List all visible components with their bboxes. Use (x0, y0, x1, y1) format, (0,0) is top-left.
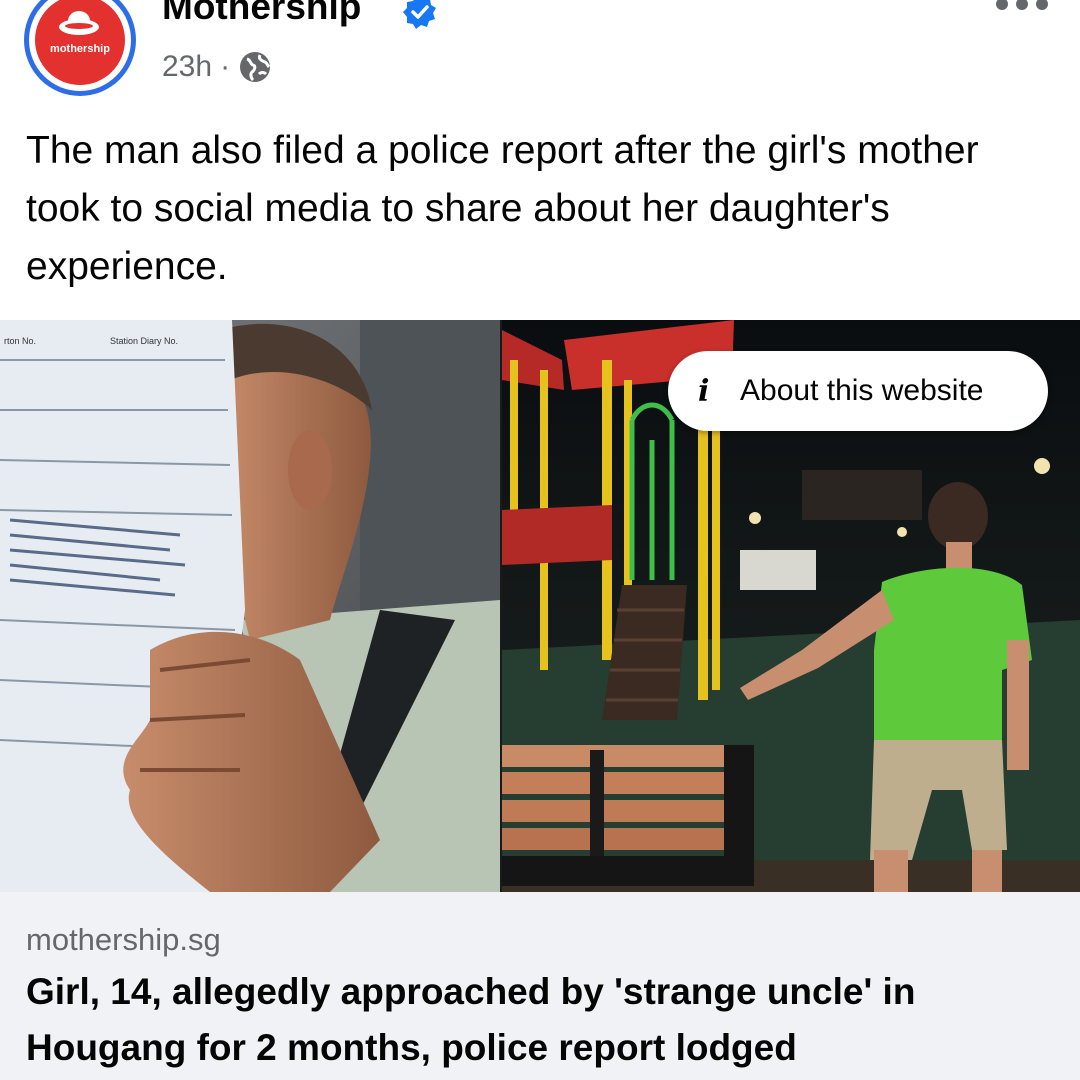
link-preview-card[interactable]: mothership.sg Girl, 14, allegedly approa… (0, 892, 1080, 1080)
avatar[interactable]: mothership (24, 0, 136, 96)
info-icon: i (698, 373, 710, 409)
verified-badge-icon (403, 0, 436, 29)
post-caption: The man also filed a police report after… (26, 129, 979, 288)
page-name[interactable]: Mothership (162, 0, 361, 28)
post-header: mothership Mothership 23h · (0, 0, 1080, 110)
more-options-icon[interactable] (996, 0, 1048, 10)
post-meta: 23h · (162, 50, 272, 84)
doc-label-right: Station Diary No. (110, 336, 178, 346)
meta-separator: · (220, 50, 231, 83)
globe-icon (240, 52, 271, 82)
avatar-ring: mothership (29, 0, 131, 91)
timestamp[interactable]: 23h (162, 50, 212, 84)
photo-man-with-report: rton No. Station Diary No. (0, 320, 500, 892)
ufo-icon (59, 11, 99, 35)
about-this-website-label: About this website (740, 374, 984, 407)
link-domain: mothership.sg (26, 922, 221, 957)
mothership-logo: mothership (35, 0, 125, 85)
doc-label-left: rton No. (4, 336, 36, 346)
link-headline: Girl, 14, allegedly approached by 'stran… (26, 971, 916, 1068)
avatar-logo-text: mothership (50, 43, 110, 55)
about-this-website-button[interactable]: i About this website (668, 351, 1048, 431)
